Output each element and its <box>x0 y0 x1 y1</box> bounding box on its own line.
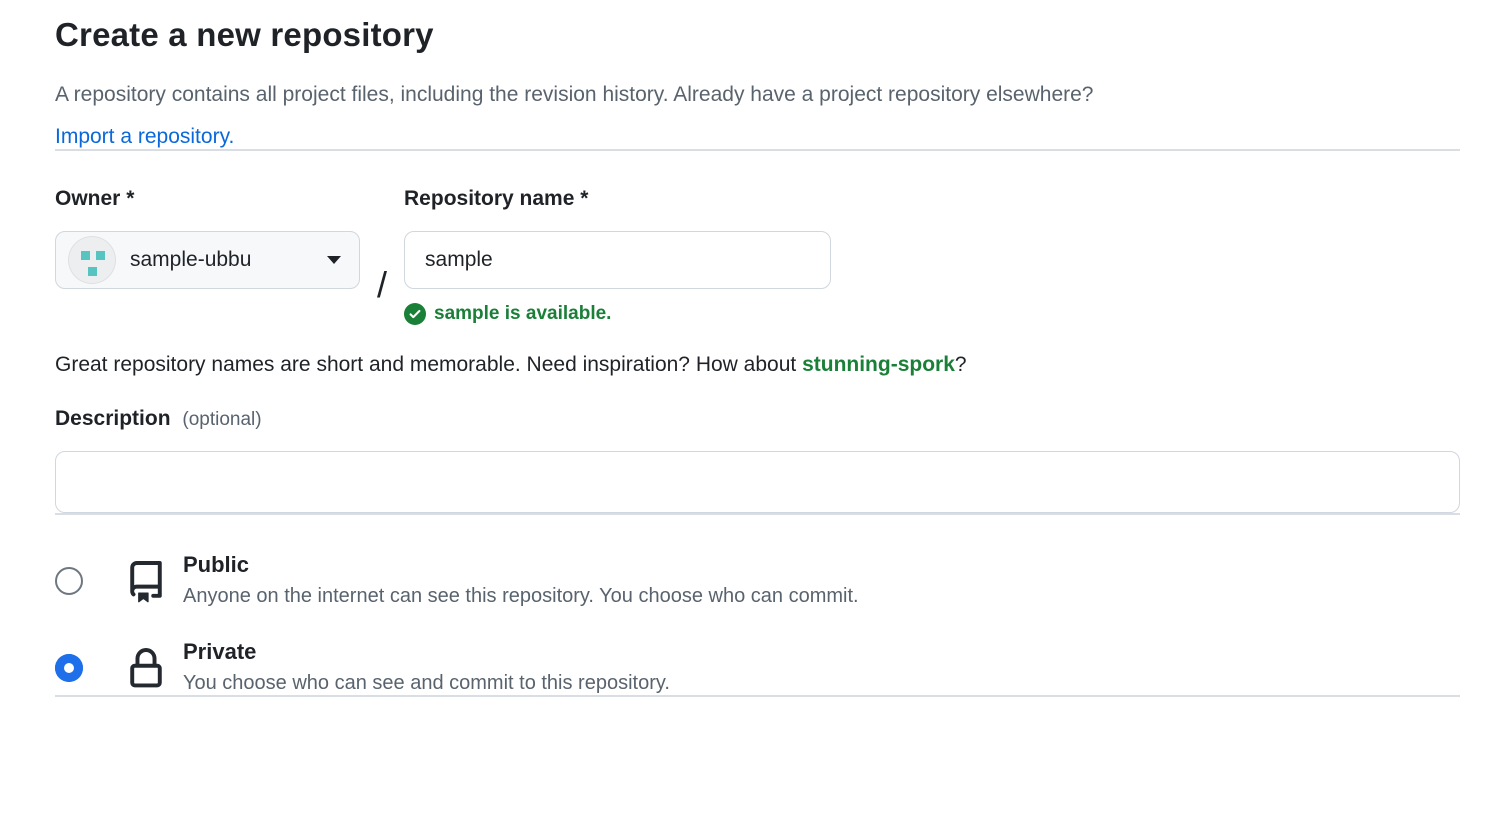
owner-avatar <box>68 236 116 284</box>
description-label: Description <box>55 407 171 430</box>
private-radio[interactable] <box>55 654 83 682</box>
chevron-down-icon <box>327 256 341 264</box>
page-title: Create a new repository <box>55 16 1460 54</box>
divider <box>55 513 1460 515</box>
description-label-row: Description (optional) <box>55 407 1460 431</box>
owner-field: Owner * sample-ubbu <box>55 187 360 289</box>
page-subtitle: A repository contains all project files,… <box>55 80 1460 110</box>
private-option-title: Private <box>183 638 670 666</box>
public-option-title: Public <box>183 551 859 579</box>
optional-note: (optional) <box>182 409 261 430</box>
repo-name-label: Repository name * <box>404 187 831 211</box>
visibility-option-private[interactable]: Private You choose who can see and commi… <box>55 638 1460 695</box>
public-option-text: Public Anyone on the internet can see th… <box>183 551 859 608</box>
description-section: Description (optional) <box>55 407 1460 513</box>
private-option-text: Private You choose who can see and commi… <box>183 638 670 695</box>
owner-name: sample-ubbu <box>130 248 251 272</box>
owner-label: Owner * <box>55 187 360 211</box>
owner-repo-row: Owner * sample-ubbu / Repository name * <box>55 187 1460 325</box>
visibility-option-public[interactable]: Public Anyone on the internet can see th… <box>55 551 1460 608</box>
repo-icon <box>125 559 167 605</box>
required-mark: * <box>126 187 134 210</box>
repo-name-field: Repository name * sample is available. <box>404 187 831 325</box>
divider <box>55 695 1460 697</box>
description-input[interactable] <box>55 451 1460 513</box>
repo-name-input[interactable] <box>404 231 831 289</box>
import-repository-link[interactable]: Import a repository. <box>55 125 234 149</box>
divider <box>55 149 1460 151</box>
availability-message: sample is available. <box>404 303 831 325</box>
owner-dropdown[interactable]: sample-ubbu <box>55 231 360 289</box>
visibility-section: Public Anyone on the internet can see th… <box>55 551 1460 695</box>
create-repository-form: Create a new repository A repository con… <box>55 0 1460 697</box>
private-option-description: You choose who can see and commit to thi… <box>183 672 670 695</box>
public-radio[interactable] <box>55 567 83 595</box>
name-inspiration-text: Great repository names are short and mem… <box>55 353 1460 377</box>
check-circle-icon <box>404 303 426 325</box>
lock-icon <box>125 646 167 692</box>
public-option-description: Anyone on the internet can see this repo… <box>183 585 859 608</box>
suggested-repo-name[interactable]: stunning-spork <box>802 353 955 376</box>
owner-repo-separator: / <box>377 267 387 303</box>
required-mark: * <box>580 187 588 210</box>
